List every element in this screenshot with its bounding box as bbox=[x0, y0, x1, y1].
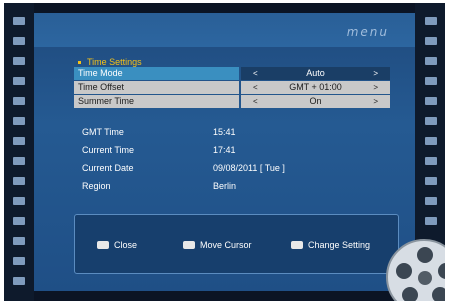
menu-logo: menu bbox=[346, 25, 389, 39]
info-value: 09/08/2011 [ Tue ] bbox=[213, 163, 285, 173]
panel-header: menu bbox=[34, 13, 415, 47]
film-hole bbox=[13, 217, 25, 225]
hint-move-cursor-label: Move Cursor bbox=[200, 240, 252, 250]
tv-screen: menu Time Settings Time Mode < Auto > Ti… bbox=[4, 3, 445, 301]
film-hole bbox=[13, 137, 25, 145]
hint-close[interactable]: Close bbox=[97, 240, 137, 250]
setting-value-selector[interactable]: < On > bbox=[241, 95, 390, 108]
setting-label: Summer Time bbox=[74, 95, 239, 108]
film-hole bbox=[425, 57, 437, 65]
reel-hub bbox=[418, 271, 432, 285]
info-label: Region bbox=[82, 181, 111, 191]
film-hole bbox=[13, 177, 25, 185]
reel-hole bbox=[417, 247, 433, 263]
arrow-right-icon[interactable]: > bbox=[373, 81, 378, 94]
film-hole bbox=[425, 37, 437, 45]
settings-list: Time Mode < Auto > Time Offset < GMT + 0… bbox=[74, 67, 390, 109]
help-bar: Close Move Cursor Change Setting bbox=[74, 214, 399, 274]
film-hole bbox=[425, 217, 437, 225]
film-hole bbox=[425, 177, 437, 185]
film-hole bbox=[13, 17, 25, 25]
setting-value: Auto bbox=[306, 68, 325, 78]
film-hole bbox=[425, 197, 437, 205]
film-hole bbox=[425, 137, 437, 145]
reel-hole bbox=[402, 287, 418, 301]
film-hole bbox=[425, 97, 437, 105]
film-hole bbox=[13, 257, 25, 265]
setting-value: GMT + 01:00 bbox=[289, 82, 342, 92]
hint-change-setting-label: Change Setting bbox=[308, 240, 371, 250]
setting-time-offset[interactable]: Time Offset < GMT + 01:00 > bbox=[74, 81, 390, 94]
exit-key-icon bbox=[97, 241, 109, 249]
film-hole bbox=[425, 157, 437, 165]
setting-value: On bbox=[309, 96, 322, 106]
reel-hole bbox=[432, 287, 445, 301]
film-hole bbox=[425, 77, 437, 85]
setting-value-selector[interactable]: < GMT + 01:00 > bbox=[241, 81, 390, 94]
film-hole bbox=[13, 97, 25, 105]
film-hole bbox=[425, 17, 437, 25]
setting-label: Time Offset bbox=[74, 81, 239, 94]
page-title-text: Time Settings bbox=[87, 57, 142, 67]
film-hole bbox=[13, 197, 25, 205]
info-label: Current Time bbox=[82, 145, 135, 155]
film-hole bbox=[13, 277, 25, 285]
setting-time-mode[interactable]: Time Mode < Auto > bbox=[74, 67, 390, 80]
info-value: Berlin bbox=[213, 181, 237, 191]
setting-summer-time[interactable]: Summer Time < On > bbox=[74, 95, 390, 108]
film-hole bbox=[13, 157, 25, 165]
bullet-icon bbox=[78, 61, 81, 65]
left-right-key-icon bbox=[291, 241, 303, 249]
reel-hole bbox=[396, 263, 412, 279]
film-hole bbox=[13, 117, 25, 125]
film-hole bbox=[13, 37, 25, 45]
info-label: GMT Time bbox=[82, 127, 124, 137]
hint-move-cursor[interactable]: Move Cursor bbox=[183, 240, 252, 250]
info-value: 17:41 bbox=[213, 145, 236, 155]
setting-value-selector[interactable]: < Auto > bbox=[241, 67, 390, 80]
film-hole bbox=[13, 237, 25, 245]
film-hole bbox=[13, 57, 25, 65]
up-down-key-icon bbox=[183, 241, 195, 249]
film-hole bbox=[425, 117, 437, 125]
hint-close-label: Close bbox=[114, 240, 138, 250]
arrow-right-icon[interactable]: > bbox=[373, 95, 378, 108]
film-strip-left bbox=[4, 3, 34, 301]
arrow-right-icon[interactable]: > bbox=[373, 67, 378, 80]
setting-label: Time Mode bbox=[74, 67, 239, 80]
info-label: Current Date bbox=[82, 163, 134, 173]
reel-hole bbox=[438, 263, 445, 279]
info-value: 15:41 bbox=[213, 127, 236, 137]
page-title: Time Settings bbox=[78, 57, 142, 67]
hint-change-setting[interactable]: Change Setting bbox=[291, 240, 370, 250]
film-hole bbox=[13, 77, 25, 85]
